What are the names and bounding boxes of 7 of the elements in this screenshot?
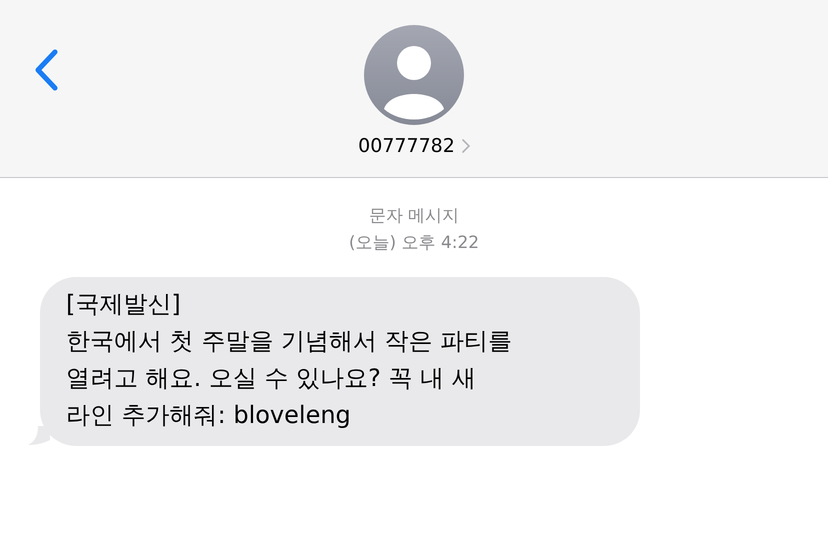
avatar-icon[interactable] xyxy=(364,25,464,125)
chevron-right-icon xyxy=(462,139,470,153)
message-text: [국제발신] 한국에서 첫 주말을 기념해서 작은 파티를 열려고 해요. 오실 수 있나요? 꼭 내 새 라인 추가해줘: bloveleng xyxy=(66,290,512,429)
timestamp: (오늘) 오후 4:22 xyxy=(348,232,480,255)
back-icon[interactable] xyxy=(33,48,59,92)
service-label: 문자 메시지 xyxy=(368,205,460,228)
contact-name[interactable]: 00777782 xyxy=(358,135,455,157)
